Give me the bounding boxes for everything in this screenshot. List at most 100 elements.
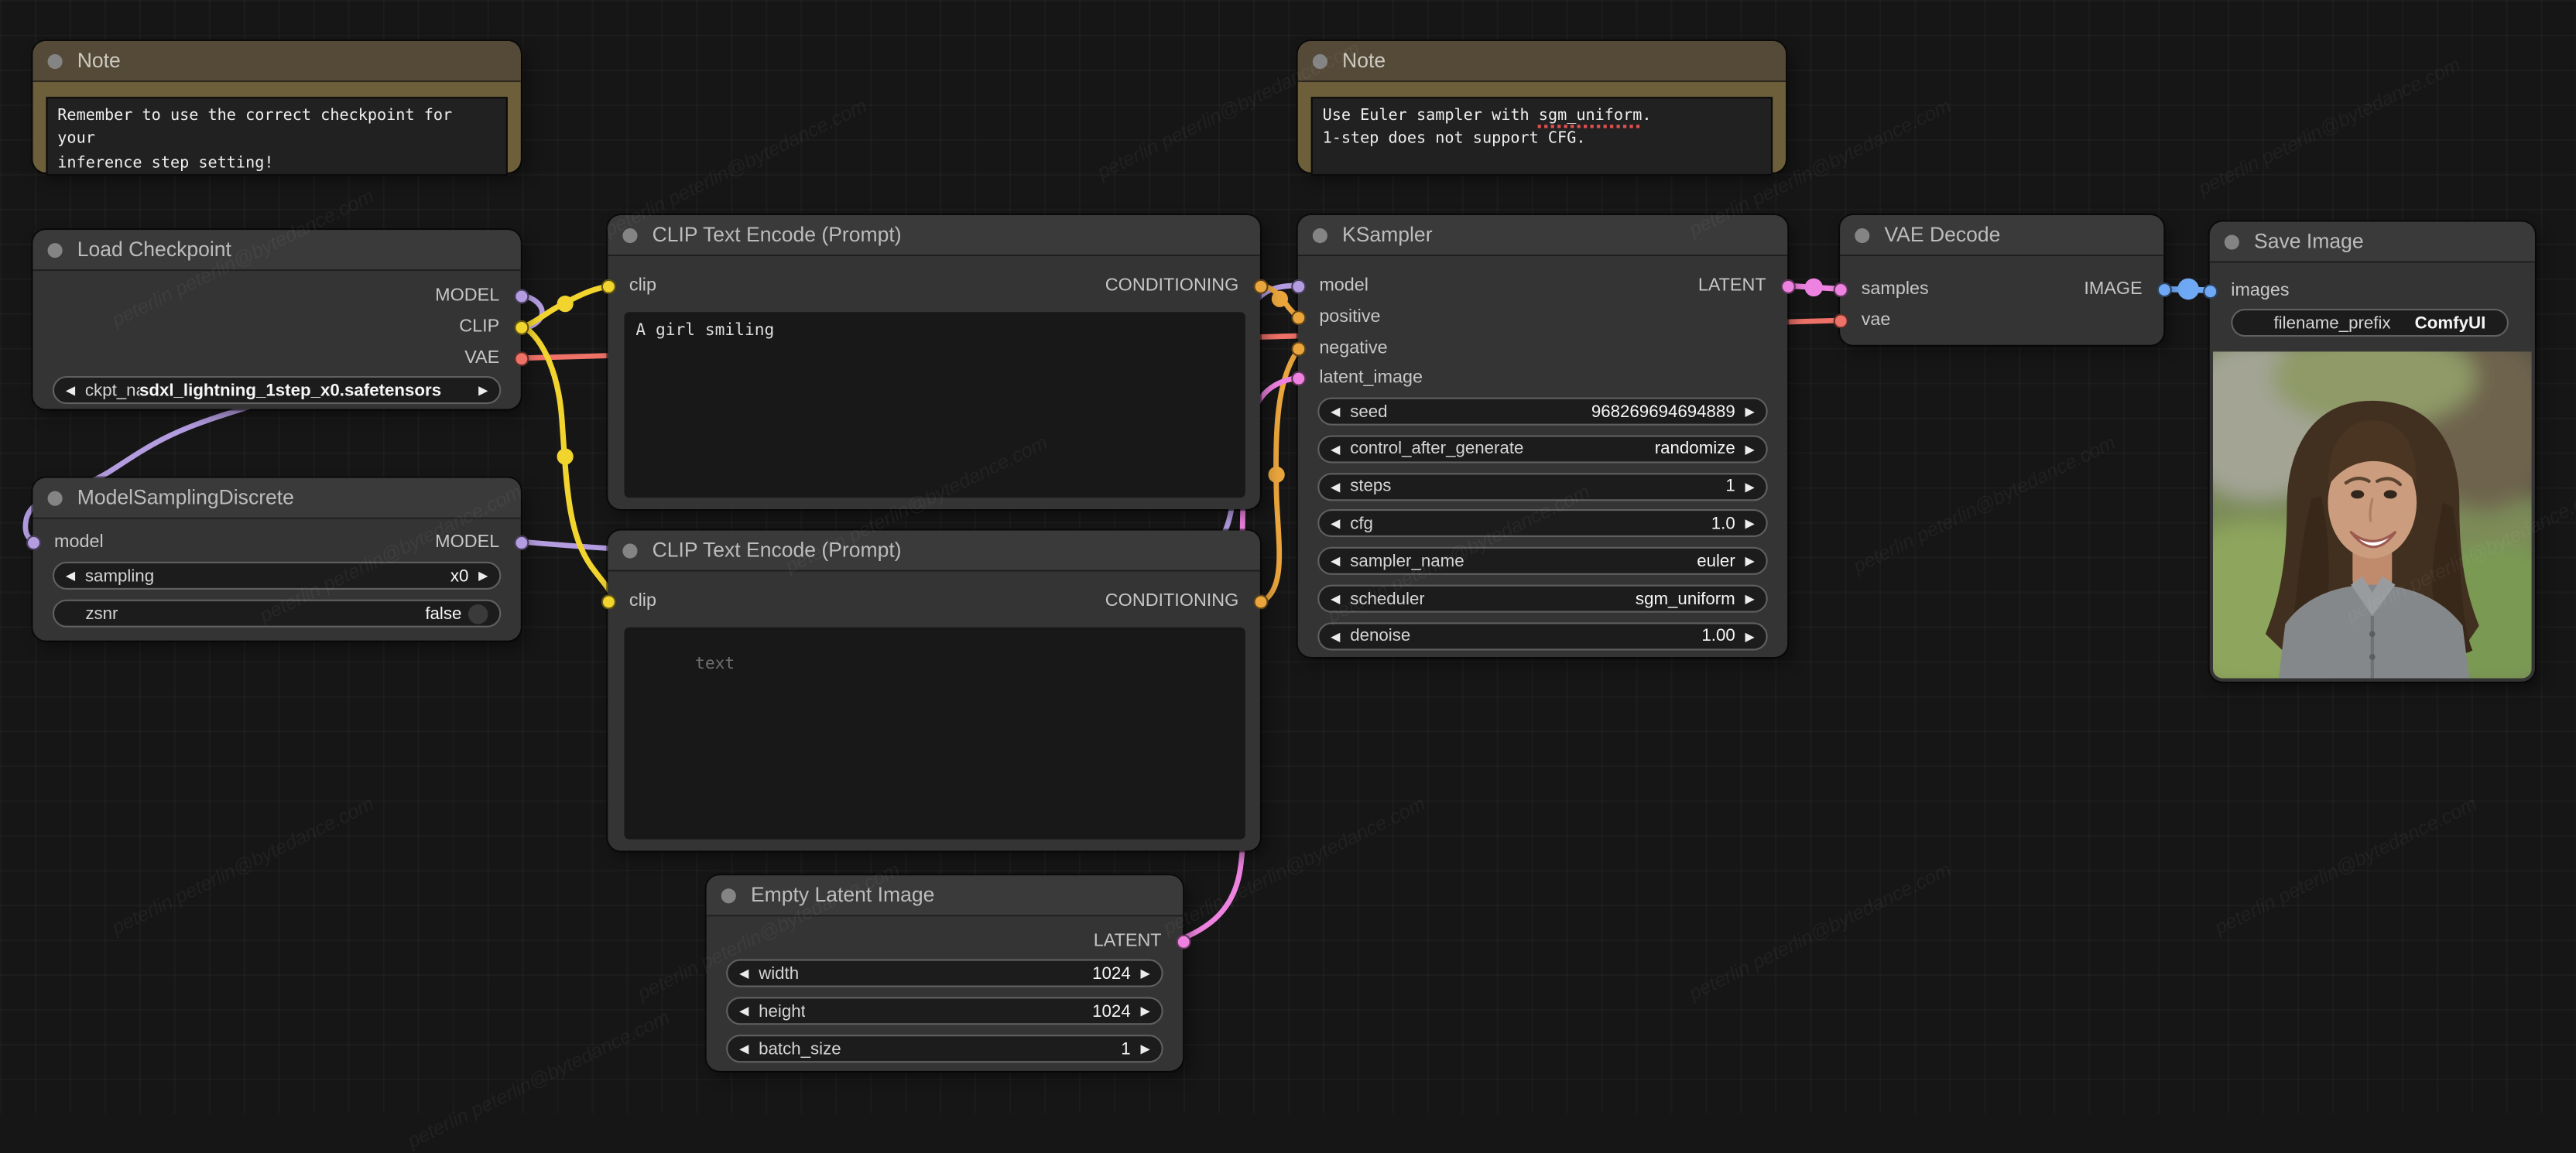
- collapse-dot-icon[interactable]: [1312, 53, 1327, 69]
- collapse-dot-icon[interactable]: [47, 242, 63, 258]
- port-dot-conditioning[interactable]: [1252, 278, 1268, 293]
- node-header[interactable]: VAE Decode: [1840, 215, 2164, 257]
- port-dot-clip[interactable]: [600, 594, 615, 609]
- node-header[interactable]: ModelSamplingDiscrete: [33, 477, 521, 519]
- arrow-left-icon[interactable]: ◀: [1331, 442, 1340, 457]
- input-vae[interactable]: vae: [1832, 309, 1890, 332]
- arrow-left-icon[interactable]: ◀: [739, 1042, 748, 1056]
- output-model[interactable]: MODEL: [435, 284, 529, 307]
- output-latent[interactable]: LATENT: [1698, 274, 1795, 297]
- arrow-left-icon[interactable]: ◀: [1331, 554, 1340, 569]
- widget-zsnr[interactable]: zsnr false: [52, 599, 502, 628]
- output-latent[interactable]: LATENT: [1094, 929, 1190, 953]
- node-ksampler[interactable]: KSampler model positive negative latent_…: [1290, 215, 1795, 657]
- arrow-right-icon[interactable]: ▶: [1140, 1042, 1149, 1056]
- input-negative[interactable]: negative: [1290, 337, 1388, 360]
- arrow-right-icon[interactable]: ▶: [1745, 554, 1755, 569]
- prompt-textarea[interactable]: text: [624, 627, 1245, 840]
- output-clip[interactable]: CLIP: [459, 316, 529, 339]
- node-header[interactable]: Note: [33, 41, 521, 83]
- port-dot-model[interactable]: [25, 534, 40, 549]
- node-model-sampling-discrete[interactable]: ModelSamplingDiscrete model MODEL ◀ samp…: [25, 477, 529, 641]
- widget-steps[interactable]: ◀ steps 1 ▶: [1317, 472, 1768, 501]
- output-image[interactable]: IMAGE: [2084, 278, 2171, 301]
- port-dot-model[interactable]: [513, 288, 529, 303]
- port-dot-clip[interactable]: [513, 319, 529, 334]
- arrow-left-icon[interactable]: ◀: [1331, 628, 1340, 643]
- collapse-dot-icon[interactable]: [2224, 234, 2239, 249]
- widget-height[interactable]: ◀ height 1024 ▶: [726, 997, 1163, 1025]
- arrow-left-icon[interactable]: ◀: [1331, 479, 1340, 494]
- toggle-icon[interactable]: [468, 604, 488, 624]
- arrow-right-icon[interactable]: ▶: [1745, 516, 1755, 531]
- output-vae[interactable]: VAE: [464, 347, 529, 370]
- collapse-dot-icon[interactable]: [721, 888, 736, 903]
- collapse-dot-icon[interactable]: [1855, 227, 1870, 243]
- note-textarea[interactable]: Use Euler sampler with sgm_uniform. 1-st…: [1310, 97, 1773, 176]
- port-dot-vae[interactable]: [1832, 313, 1848, 328]
- widget-width[interactable]: ◀ width 1024 ▶: [726, 959, 1163, 987]
- arrow-left-icon[interactable]: ◀: [1331, 404, 1340, 419]
- port-dot-latent[interactable]: [1175, 933, 1190, 949]
- node-load-checkpoint[interactable]: Load Checkpoint MODEL CLIP VAE ◀ ckpt_na…: [33, 230, 529, 409]
- widget-denoise[interactable]: ◀ denoise 1.00 ▶: [1317, 621, 1768, 651]
- collapse-dot-icon[interactable]: [47, 53, 63, 69]
- wire-dot[interactable]: [1268, 466, 1285, 483]
- widget-control-after-generate[interactable]: ◀ control_after_generate randomize ▶: [1317, 435, 1768, 464]
- arrow-right-icon[interactable]: ▶: [1745, 479, 1755, 494]
- input-positive[interactable]: positive: [1290, 306, 1380, 329]
- arrow-right-icon[interactable]: ▶: [1140, 966, 1149, 980]
- input-clip[interactable]: clip: [600, 590, 656, 613]
- node-note-left[interactable]: Note Remember to use the correct checkpo…: [33, 41, 521, 176]
- widget-filename-prefix[interactable]: filename_prefix ComfyUI: [2231, 309, 2509, 337]
- node-header[interactable]: CLIP Text Encode (Prompt): [608, 215, 1260, 257]
- port-dot-image[interactable]: [2156, 282, 2171, 297]
- port-dot-clip[interactable]: [600, 278, 615, 293]
- prompt-textarea[interactable]: A girl smiling: [624, 312, 1245, 498]
- node-header[interactable]: Load Checkpoint: [33, 230, 521, 272]
- node-save-image[interactable]: Save Image images filename_prefix ComfyU…: [2202, 221, 2535, 682]
- widget-batch-size[interactable]: ◀ batch_size 1 ▶: [726, 1035, 1163, 1063]
- input-samples[interactable]: samples: [1832, 278, 1929, 301]
- arrow-right-icon[interactable]: ▶: [478, 568, 488, 583]
- input-model[interactable]: model: [25, 531, 104, 554]
- arrow-left-icon[interactable]: ◀: [1331, 591, 1340, 606]
- port-dot-conditioning[interactable]: [1290, 340, 1306, 356]
- input-images[interactable]: images: [2202, 279, 2290, 303]
- arrow-left-icon[interactable]: ◀: [66, 568, 75, 583]
- arrow-left-icon[interactable]: ◀: [1331, 516, 1340, 531]
- port-dot-model[interactable]: [1290, 278, 1306, 293]
- port-dot-image[interactable]: [2202, 283, 2218, 299]
- port-dot-conditioning[interactable]: [1252, 594, 1268, 609]
- node-vae-decode[interactable]: VAE Decode samples vae IMAGE: [1832, 215, 2171, 345]
- wire-dot[interactable]: [557, 448, 574, 465]
- collapse-dot-icon[interactable]: [1312, 227, 1327, 243]
- collapse-dot-icon[interactable]: [47, 490, 63, 505]
- arrow-right-icon[interactable]: ▶: [1140, 1004, 1149, 1018]
- wire-dot[interactable]: [557, 296, 574, 313]
- node-note-right[interactable]: Note Use Euler sampler with sgm_uniform.…: [1297, 41, 1786, 176]
- collapse-dot-icon[interactable]: [622, 542, 638, 558]
- input-clip[interactable]: clip: [600, 274, 656, 297]
- port-dot-latent[interactable]: [1780, 278, 1795, 293]
- input-model[interactable]: model: [1290, 274, 1368, 297]
- port-dot-vae[interactable]: [513, 351, 529, 366]
- input-latent-image[interactable]: latent_image: [1290, 366, 1423, 389]
- widget-sampling[interactable]: ◀ sampling x0 ▶: [52, 561, 502, 590]
- widget-scheduler[interactable]: ◀ scheduler sgm_uniform ▶: [1317, 584, 1768, 613]
- port-dot-latent[interactable]: [1290, 370, 1306, 385]
- output-conditioning[interactable]: CONDITIONING: [1105, 590, 1268, 613]
- widget-sampler-name[interactable]: ◀ sampler_name euler ▶: [1317, 547, 1768, 576]
- arrow-right-icon[interactable]: ▶: [1745, 628, 1755, 643]
- output-model[interactable]: MODEL: [435, 531, 529, 554]
- node-empty-latent-image[interactable]: Empty Latent Image LATENT ◀ width 1024 ▶…: [706, 875, 1190, 1071]
- collapse-dot-icon[interactable]: [622, 227, 638, 243]
- node-clip-text-encode-positive[interactable]: CLIP Text Encode (Prompt) clip CONDITION…: [600, 215, 1268, 509]
- arrow-right-icon[interactable]: ▶: [1745, 404, 1755, 419]
- node-header[interactable]: Note: [1297, 41, 1786, 83]
- output-conditioning[interactable]: CONDITIONING: [1105, 274, 1268, 297]
- widget-ckpt-name[interactable]: ◀ ckpt_name sdxl_lightning_1step_x0.safe…: [52, 376, 502, 405]
- port-dot-latent[interactable]: [1832, 282, 1848, 297]
- arrow-right-icon[interactable]: ▶: [478, 383, 488, 398]
- wire-dot[interactable]: [1804, 278, 1823, 297]
